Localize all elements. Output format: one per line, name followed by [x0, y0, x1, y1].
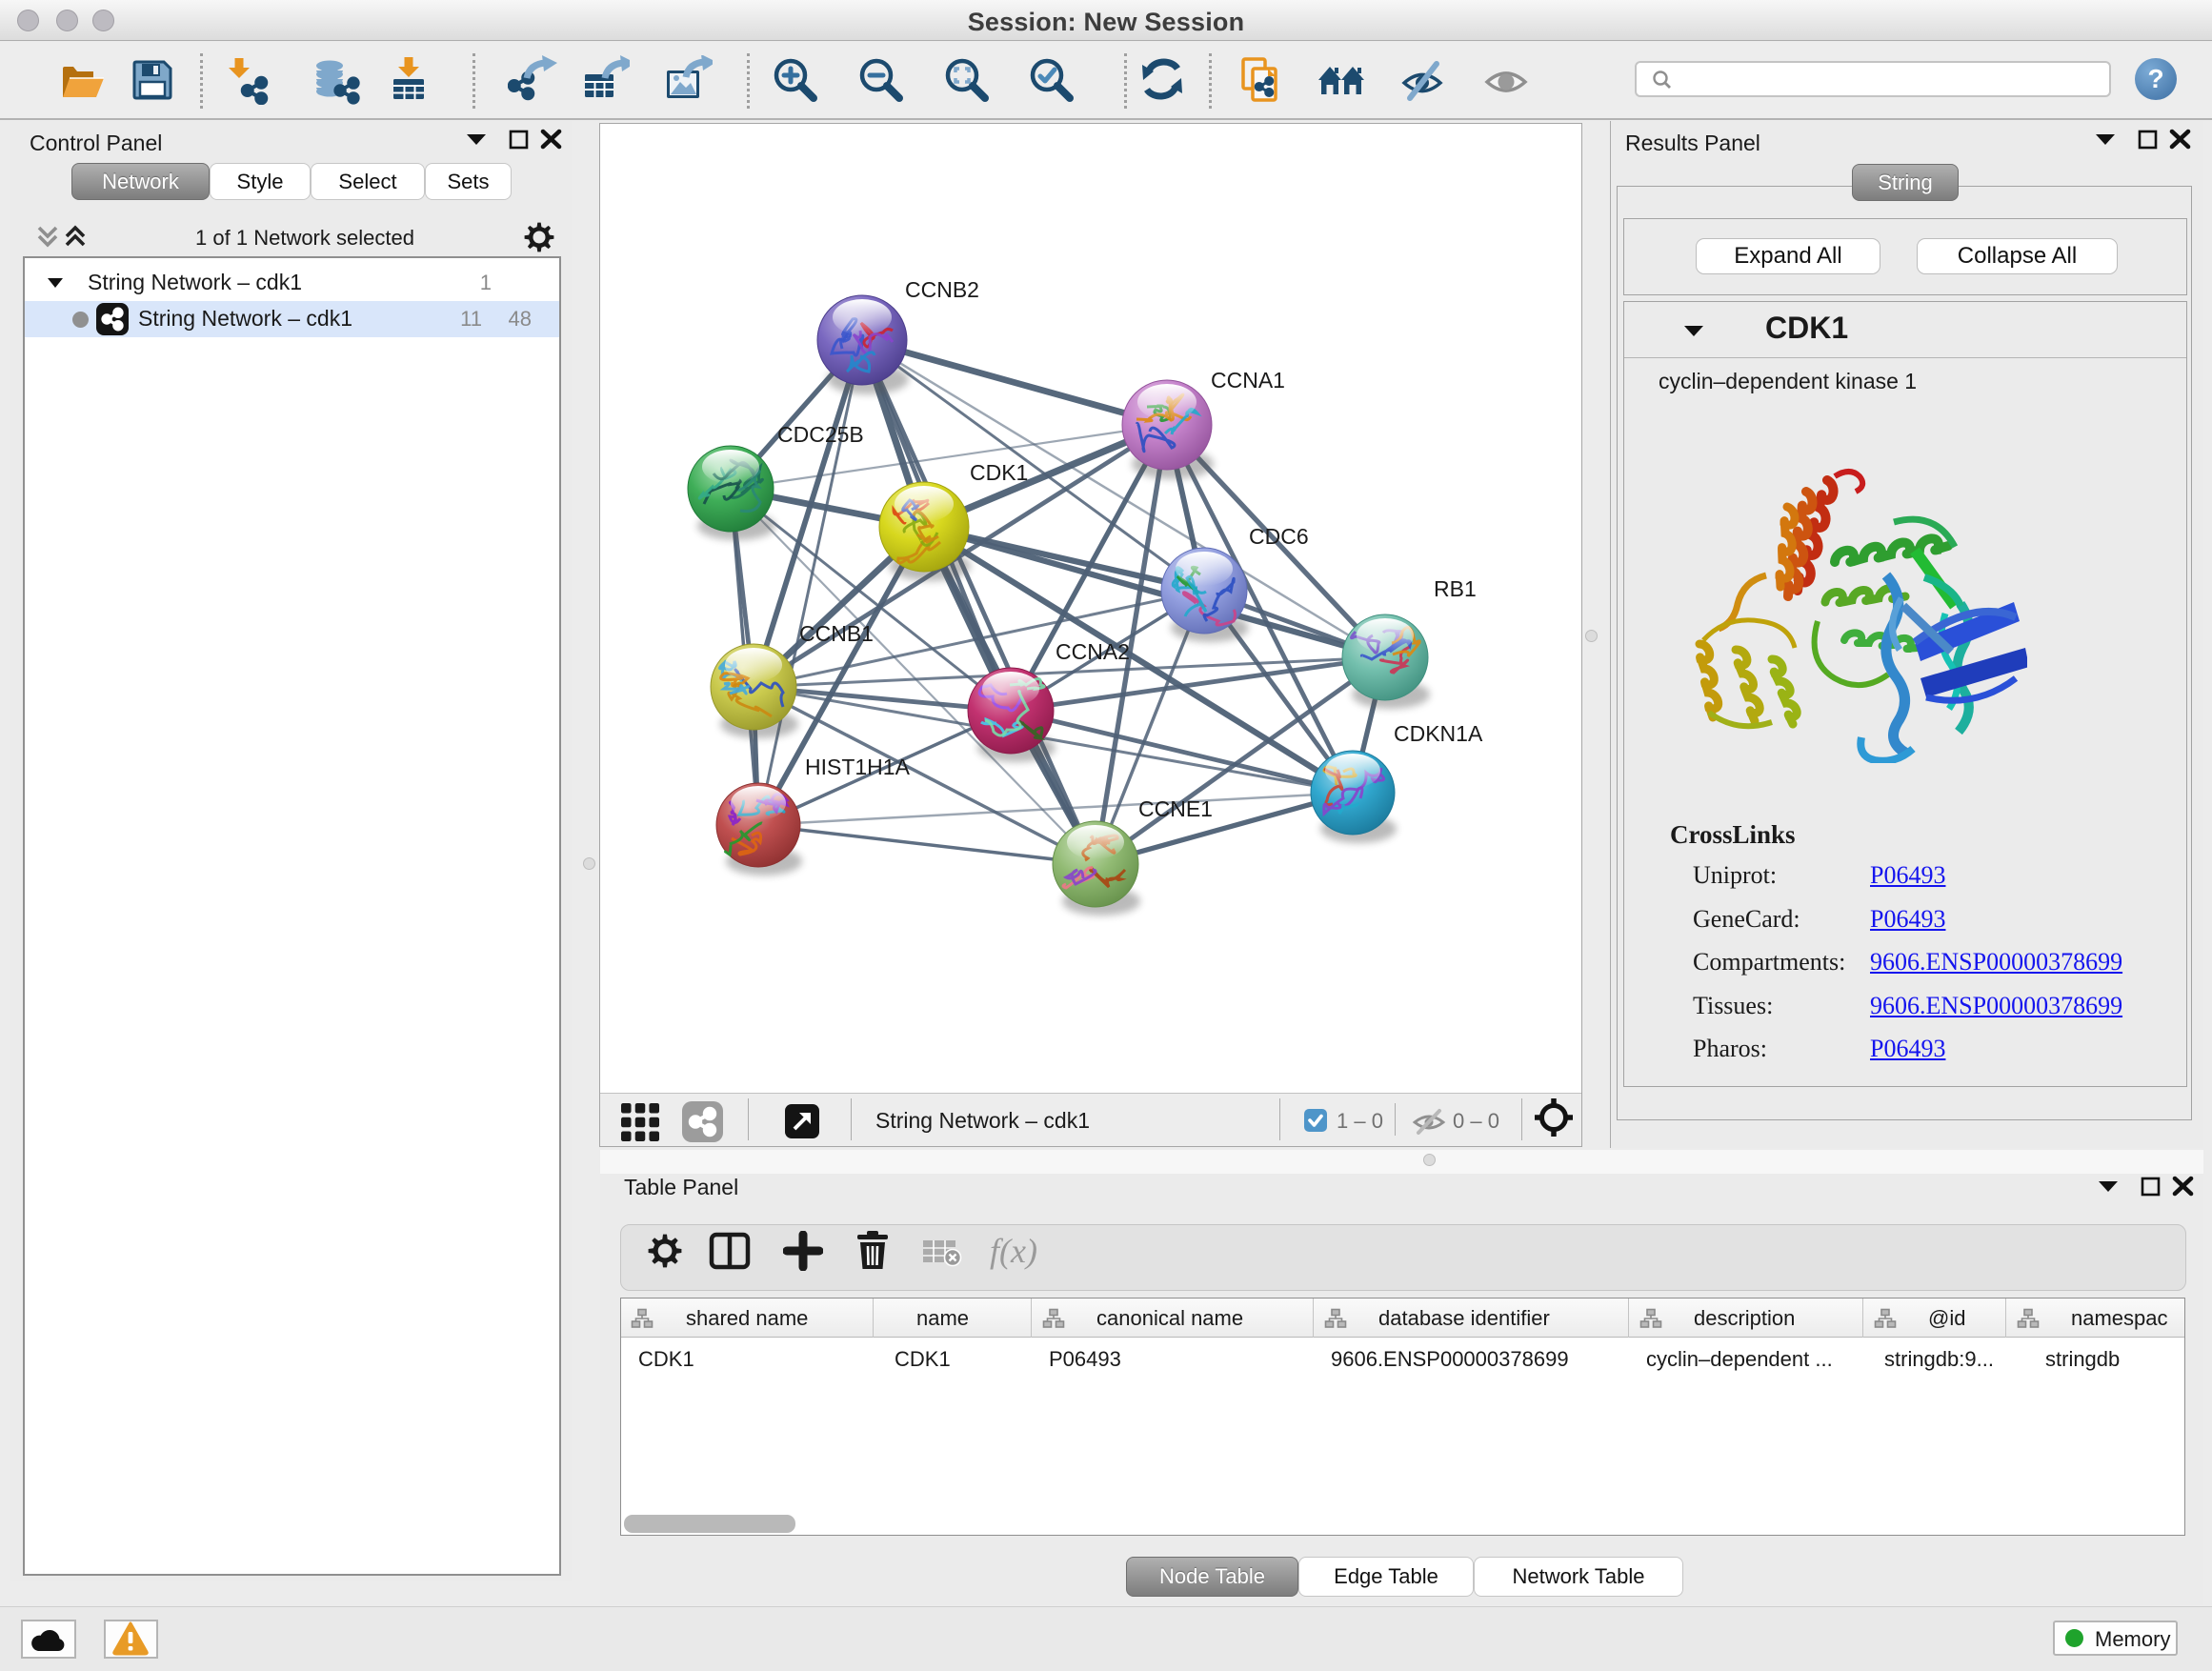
- svg-text:HIST1H1A: HIST1H1A: [805, 755, 911, 779]
- svg-text:RB1: RB1: [1434, 576, 1477, 601]
- svg-text:CCNA1: CCNA1: [1211, 368, 1285, 393]
- svg-text:CCNA2: CCNA2: [1056, 639, 1130, 664]
- svg-text:CDC25B: CDC25B: [777, 422, 864, 447]
- svg-text:CDKN1A: CDKN1A: [1394, 721, 1483, 746]
- svg-text:CCNB2: CCNB2: [905, 277, 979, 302]
- svg-text:CDK1: CDK1: [970, 460, 1028, 485]
- svg-text:CCNB1: CCNB1: [799, 621, 874, 646]
- svg-text:CCNE1: CCNE1: [1138, 796, 1213, 821]
- svg-text:CDC6: CDC6: [1249, 524, 1309, 549]
